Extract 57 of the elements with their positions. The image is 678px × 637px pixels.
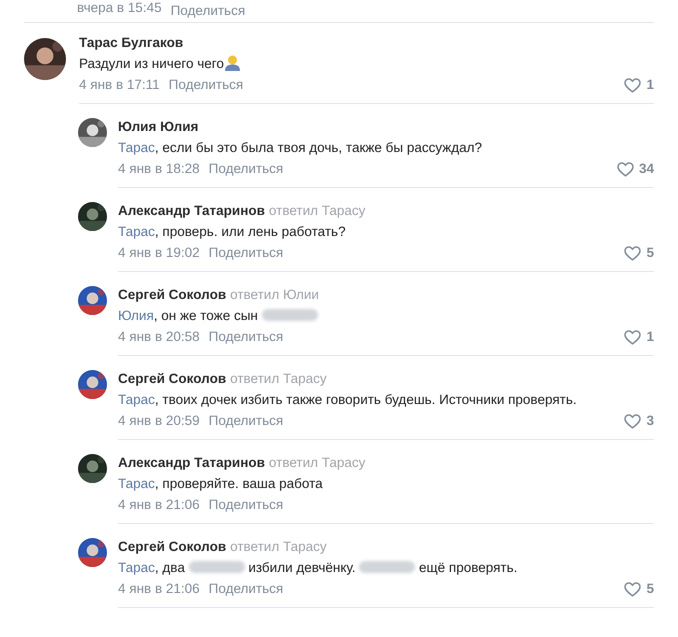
heart-icon bbox=[624, 330, 642, 344]
comment-date: 4 янв в 21:06 bbox=[118, 496, 200, 514]
share-link[interactable]: Поделиться bbox=[208, 411, 284, 431]
reply-note: ответил Тарасу bbox=[268, 203, 366, 218]
reply-note: ответил Тарасу bbox=[230, 539, 327, 554]
person-icon bbox=[224, 54, 241, 71]
like-button[interactable]: 3 bbox=[624, 411, 654, 431]
reply-note: ответил Тарасу bbox=[268, 455, 366, 470]
blurred-word bbox=[359, 561, 416, 573]
author-name[interactable]: Александр Татаринов bbox=[118, 203, 265, 218]
comment-text: Тарас, твоих дочек избить также говорить будешь. Источники проверять. bbox=[118, 391, 578, 409]
author-name[interactable]: Александр Татаринов bbox=[118, 455, 265, 470]
comment-date: 4 янв в 20:58 bbox=[118, 328, 200, 346]
comment-date: 4 янв в 19:02 bbox=[118, 244, 200, 262]
reply-note: ответил Тарасу bbox=[230, 371, 327, 386]
share-link[interactable]: Поделиться bbox=[208, 327, 284, 347]
comment-date: 4 янв в 21:06 bbox=[118, 580, 200, 598]
blurred-word bbox=[262, 309, 318, 321]
mention-link[interactable]: Тарас bbox=[118, 140, 155, 155]
like-button[interactable]: 1 bbox=[624, 75, 654, 95]
heart-icon bbox=[616, 162, 634, 176]
mention-link[interactable]: Тарас bbox=[118, 560, 155, 575]
reply-note: ответил Юлии bbox=[230, 287, 319, 302]
comment-text: Тарас, проверь. или лень работать? bbox=[118, 223, 347, 241]
author-name[interactable]: Тарас Булгаков bbox=[79, 35, 184, 50]
like-button[interactable]: 1 bbox=[624, 327, 654, 347]
comment-date: 4 янв в 20:59 bbox=[118, 412, 200, 430]
author-name[interactable]: Сергей Соколов bbox=[118, 539, 226, 554]
share-link[interactable]: Поделиться bbox=[208, 495, 284, 515]
author-name[interactable]: Сергей Соколов bbox=[118, 287, 226, 302]
like-button[interactable]: 5 bbox=[624, 579, 654, 599]
comment-text: Юлия, он же тоже сын bbox=[118, 306, 588, 326]
share-link[interactable]: Поделиться bbox=[208, 243, 284, 263]
share-link[interactable]: Поделиться bbox=[168, 75, 244, 95]
comment-date: 4 янв в 18:28 bbox=[118, 160, 200, 178]
comment-text: Тарас, проверяйте. ваша работа bbox=[118, 475, 324, 493]
heart-icon bbox=[624, 78, 642, 92]
blurred-word bbox=[188, 561, 245, 573]
comment-text: Тарас, два избили девчёнку. ещё проверять. bbox=[118, 559, 518, 577]
comment-date: вчера в 15:45 bbox=[77, 0, 162, 17]
author-name[interactable]: Сергей Соколов bbox=[118, 371, 226, 386]
comment-date: 4 янв в 17:11 bbox=[79, 76, 160, 94]
share-link[interactable]: Поделиться bbox=[208, 579, 284, 599]
author-name[interactable]: Юлия Юлия bbox=[118, 119, 198, 134]
share-link[interactable]: Поделиться bbox=[170, 0, 246, 22]
mention-link[interactable]: Тарас bbox=[118, 224, 155, 239]
like-button[interactable]: 34 bbox=[616, 159, 654, 179]
heart-icon bbox=[624, 582, 642, 596]
mention-link[interactable]: Тарас bbox=[118, 392, 155, 407]
comment-text: Тарас, если бы это была твоя дочь, также бы рассуждал? bbox=[118, 139, 484, 157]
mention-link[interactable]: Юлия bbox=[118, 308, 154, 323]
share-link[interactable]: Поделиться bbox=[208, 159, 284, 179]
heart-icon bbox=[624, 414, 642, 428]
comment-text: Раздули из ничего чего bbox=[79, 54, 549, 74]
heart-icon bbox=[624, 246, 642, 260]
like-button[interactable]: 5 bbox=[624, 243, 654, 263]
mention-link[interactable]: Тарас bbox=[118, 476, 155, 491]
